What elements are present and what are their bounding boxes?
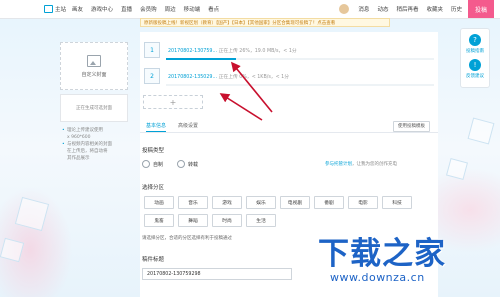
custom-cover-label: 自定义封面 — [81, 71, 107, 78]
avatar[interactable] — [338, 3, 351, 15]
radio-self-made[interactable] — [142, 160, 150, 168]
guide-link[interactable]: ? 投稿指南 — [466, 34, 484, 54]
radio-label: 自制 — [153, 161, 164, 168]
feedback-icon: ! — [469, 59, 481, 71]
zone-button[interactable]: 娱乐 — [246, 196, 276, 209]
file-info: 20170802-135029... 正在上传 0%，< 1KB/s，< 1分 — [168, 73, 289, 80]
tab-basic-info[interactable]: 基本信息 — [146, 122, 167, 132]
nav-item[interactable]: 看点 — [208, 5, 219, 13]
upload-progress-bar — [166, 58, 434, 60]
cover-tip-line: 理论上传建议使用 — [62, 127, 128, 134]
zone-button[interactable]: 鬼畜 — [144, 214, 174, 227]
file-index: 2 — [144, 68, 160, 84]
file-name[interactable]: 20170802-130759... — [168, 49, 217, 54]
decor-cube — [14, 196, 50, 232]
radio-repost[interactable] — [177, 160, 186, 168]
nav-item[interactable]: 画友 — [72, 5, 83, 13]
custom-cover-upload[interactable]: 自定义封面 — [60, 42, 128, 90]
type-section-title: 投稿类型 — [142, 148, 165, 154]
zone-hint: 请选择分区，合适的分区选择有利于投稿通过 — [142, 236, 232, 241]
watch-later-link[interactable]: 稍后再看 — [396, 5, 418, 13]
top-nav-bar: 主站 画友 游戏中心 直播 会员购 周边 移动端 看点 消息 动态 稍后再看 收… — [0, 0, 500, 19]
title-input[interactable]: 20170802-130759298 — [142, 268, 292, 280]
feedback-link[interactable]: ! 反馈建议 — [466, 59, 484, 79]
zone-button[interactable]: 电视剧 — [280, 196, 310, 209]
zone-button[interactable]: 电影 — [348, 196, 378, 209]
decor-cube — [445, 157, 469, 181]
main-nav: 画友 游戏中心 直播 会员购 周边 移动端 看点 — [72, 5, 227, 13]
zone-button[interactable]: 舞蹈 — [178, 214, 208, 227]
nav-item[interactable]: 直播 — [121, 5, 132, 13]
title-label: 稿件标题 — [142, 257, 165, 263]
dynamics-link[interactable]: 动态 — [377, 5, 388, 13]
file-info: 20170802-130759... 正在上传 26%，19.0 MB/s，< … — [168, 47, 297, 54]
zone-button[interactable]: 生活 — [246, 214, 276, 227]
file-index: 1 — [144, 42, 160, 58]
nav-item[interactable]: 移动端 — [184, 5, 201, 13]
messages-link[interactable]: 消息 — [358, 5, 369, 13]
nav-item[interactable]: 会员购 — [140, 5, 157, 13]
type-radio-group: 自制 转载 — [142, 160, 212, 168]
home-label: 主站 — [55, 7, 67, 13]
nav-item[interactable]: 游戏中心 — [91, 5, 113, 13]
cover-generating-label: 正在生成可选封面 — [76, 106, 112, 111]
nav-item[interactable]: 周边 — [165, 5, 176, 13]
question-icon: ? — [469, 34, 481, 46]
tv-icon — [44, 5, 53, 13]
right-help-panel: ? 投稿指南 ! 反馈建议 — [460, 28, 490, 88]
radio-label: 转载 — [188, 161, 199, 168]
cover-tip-line: 在上传后，将自动将 — [67, 149, 108, 154]
favorites-link[interactable]: 收藏夹 — [426, 5, 443, 13]
guide-label: 投稿指南 — [466, 49, 484, 54]
charge-plan-text: ，让我为您的创作充电 — [352, 162, 397, 167]
cover-generating-box: 正在生成可选封面 — [60, 94, 128, 122]
upload-file-row: 2 20170802-135029... 正在上传 0%，< 1KB/s，< 1… — [140, 64, 438, 88]
charge-plan-hint: 参与托管计划，让我为您的创作充电 — [325, 161, 397, 167]
decor-cube — [467, 117, 495, 145]
add-video-button[interactable]: + — [143, 95, 203, 109]
user-nav: 消息 动态 稍后再看 收藏夹 历史 — [338, 0, 462, 18]
upload-status: 正在上传 26%，19.0 MB/s，< 1分 — [218, 48, 297, 54]
tab-advanced[interactable]: 高级设置 — [178, 122, 198, 129]
use-template-button[interactable]: 使用投稿模板 — [393, 121, 430, 132]
watermark-logo: 下载之家 — [318, 236, 446, 272]
cover-tip-line: x 960*600 — [67, 135, 91, 140]
zone-button[interactable]: 番剧 — [314, 196, 344, 209]
upload-file-row: 1 20170802-130759... 正在上传 26%，19.0 MB/s，… — [140, 38, 438, 62]
zone-button[interactable]: 游戏 — [212, 196, 242, 209]
upload-progress-fill — [166, 58, 236, 60]
zone-button[interactable]: 音乐 — [178, 196, 208, 209]
notice-banner[interactable]: 原新版投稿上线！新视区划（教育）【国产】【日本】【其他国家】分区合集现可投稿了！… — [140, 18, 390, 27]
upload-button[interactable]: 投稿 — [468, 0, 494, 18]
form-tabs: 基本信息 高级设置 使用投稿模板 — [140, 120, 438, 133]
zone-section-title: 选择分区 — [142, 185, 165, 191]
home-link[interactable]: 主站 — [44, 5, 66, 13]
zone-button[interactable]: 动画 — [144, 196, 174, 209]
cover-tip-line: 与视频内容相关的封面 — [62, 141, 128, 148]
zone-button[interactable]: 时尚 — [212, 214, 242, 227]
cover-tips: 理论上传建议使用 x 960*600 与视频内容相关的封面 在上传后，将自动将 … — [62, 127, 128, 162]
file-name[interactable]: 20170802-135029... — [168, 75, 217, 80]
feedback-label: 反馈建议 — [466, 74, 484, 79]
history-link[interactable]: 历史 — [451, 5, 462, 13]
zone-button[interactable]: 科技 — [382, 196, 412, 209]
upload-status: 正在上传 0%，< 1KB/s，< 1分 — [218, 74, 290, 80]
watermark-url: www.downza.cn — [330, 271, 425, 284]
decor-cube — [0, 237, 25, 263]
upload-progress-bar — [166, 84, 434, 86]
charge-plan-link[interactable]: 参与托管计划 — [325, 162, 352, 167]
cover-tip-line: 其作品展示 — [67, 156, 90, 161]
image-icon — [87, 54, 101, 67]
